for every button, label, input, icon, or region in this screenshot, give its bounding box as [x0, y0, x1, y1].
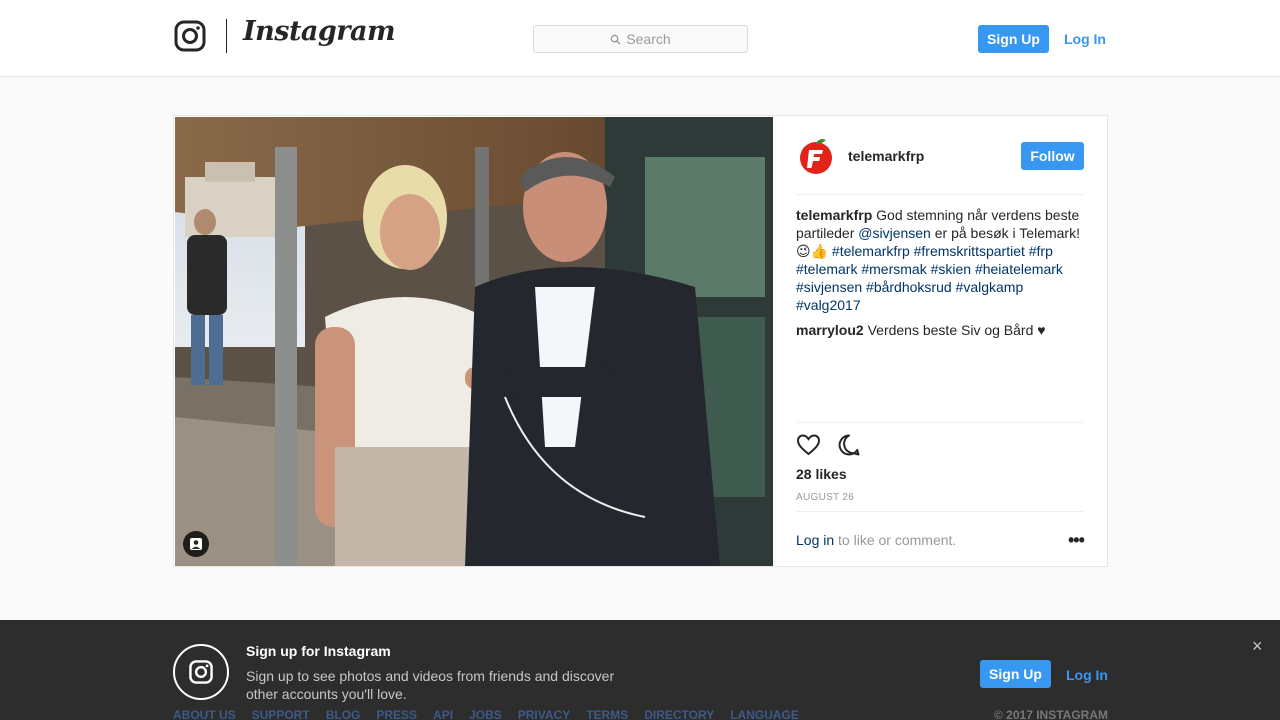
- frp-apple-logo: [796, 136, 836, 176]
- hashtags-4[interactable]: #valg2017: [796, 297, 861, 313]
- footer-link-support[interactable]: SUPPORT: [252, 708, 310, 720]
- footer-link-about[interactable]: ABOUT US: [173, 708, 236, 720]
- more-options-icon[interactable]: •••: [1068, 530, 1085, 551]
- post-username[interactable]: telemarkfrp: [848, 148, 924, 164]
- divider: [796, 194, 1084, 195]
- post-caption: telemarkfrp God stemning når verdens bes…: [796, 206, 1084, 314]
- comment-bubble-icon[interactable]: [837, 433, 861, 457]
- divider: [796, 422, 1084, 423]
- hashtags-2[interactable]: #telemark #mersmak #skien #heiatelemark: [796, 261, 1063, 277]
- banner-text: Sign up to see photos and videos from fr…: [246, 668, 615, 702]
- footer-link-directory[interactable]: DIRECTORY: [644, 708, 714, 720]
- footer-link-terms[interactable]: TERMS: [586, 708, 628, 720]
- mention-link[interactable]: @sivjensen: [858, 225, 931, 241]
- signup-button[interactable]: Sign Up: [978, 25, 1049, 53]
- footer-link-api[interactable]: API: [433, 708, 453, 720]
- tagged-people-badge[interactable]: [183, 531, 209, 557]
- instagram-camera-icon[interactable]: [174, 20, 206, 52]
- login-to-like-suffix: to like or comment.: [838, 532, 957, 548]
- search-input[interactable]: Search: [533, 25, 748, 53]
- comment-text: Verdens beste Siv og Bård ♥: [867, 322, 1046, 338]
- login-to-like-text: Log in to like or comment.: [796, 532, 956, 548]
- comment-item: marrylou2 Verdens beste Siv og Bård ♥: [796, 321, 1084, 339]
- banner-login-link[interactable]: Log In: [1066, 667, 1108, 683]
- post-photo[interactable]: [175, 117, 773, 566]
- caption-text-2: er på besøk i Telemark!: [934, 225, 1080, 241]
- post-date[interactable]: AUGUST 26: [796, 492, 854, 503]
- search-icon: [611, 34, 621, 45]
- avatar[interactable]: [796, 136, 836, 176]
- banner-title: Sign up for Instagram: [246, 643, 391, 659]
- like-heart-icon[interactable]: [796, 433, 821, 457]
- comment-username[interactable]: marrylou2: [796, 322, 864, 338]
- logo-divider: [226, 19, 227, 53]
- post-sidebar: telemarkfrp Follow telemarkfrp God stemn…: [796, 116, 1085, 566]
- footer-link-jobs[interactable]: JOBS: [469, 708, 502, 720]
- divider: [796, 511, 1084, 512]
- post-card: telemarkfrp Follow telemarkfrp God stemn…: [173, 115, 1108, 567]
- close-icon[interactable]: ×: [1252, 636, 1263, 657]
- banner-signup-button[interactable]: Sign Up: [980, 660, 1051, 688]
- hashtags-3[interactable]: #sivjensen #bårdhoksrud #valgkamp: [796, 279, 1023, 295]
- top-navigation-bar: Instagram Search Sign Up Log In: [0, 0, 1280, 77]
- copyright: © 2017 INSTAGRAM: [994, 708, 1108, 720]
- follow-button[interactable]: Follow: [1021, 142, 1084, 170]
- login-link[interactable]: Log In: [1064, 31, 1106, 47]
- photo-illustration: [175, 117, 773, 566]
- caption-username[interactable]: telemarkfrp: [796, 207, 872, 223]
- footer-links: ABOUT US SUPPORT BLOG PRESS API JOBS PRI…: [173, 708, 799, 720]
- login-to-like-link[interactable]: Log in: [796, 532, 834, 548]
- caption-emoji: 😉👍: [796, 243, 829, 259]
- footer-link-press[interactable]: PRESS: [376, 708, 417, 720]
- hashtags-1[interactable]: #telemarkfrp #fremskrittspartiet #frp: [832, 243, 1053, 259]
- footer-link-privacy[interactable]: PRIVACY: [518, 708, 570, 720]
- person-tag-icon: [190, 538, 202, 550]
- footer-link-blog[interactable]: BLOG: [326, 708, 361, 720]
- signup-banner: Sign up for Instagram Sign up to see pho…: [0, 620, 1280, 720]
- instagram-wordmark[interactable]: Instagram: [243, 16, 396, 47]
- likes-count[interactable]: 28 likes: [796, 466, 847, 482]
- instagram-camera-icon: [173, 644, 229, 700]
- search-placeholder: Search: [626, 31, 671, 47]
- footer-link-language[interactable]: LANGUAGE: [730, 708, 799, 720]
